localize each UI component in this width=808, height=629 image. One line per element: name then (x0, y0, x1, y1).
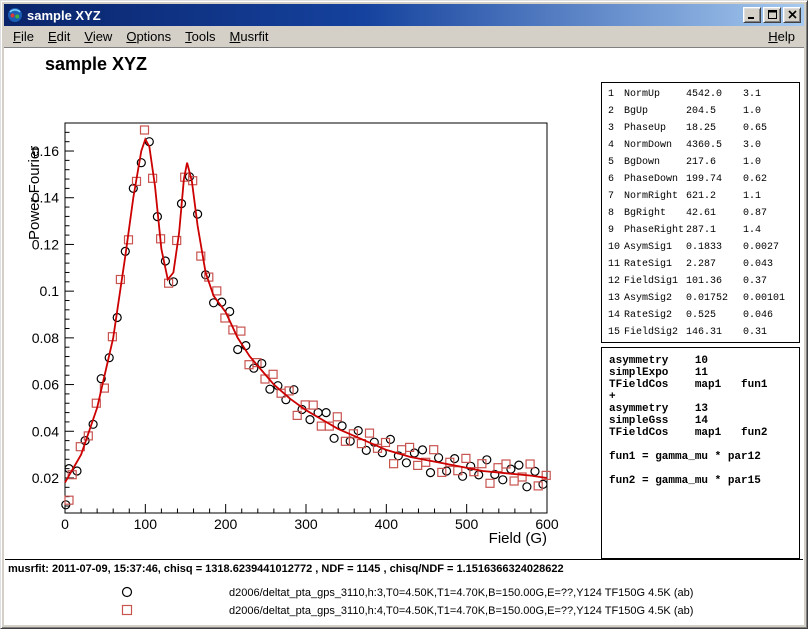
legend-square-marker-icon (120, 603, 134, 622)
theory-line: fun2 = gamma_mu * par15 (609, 475, 799, 487)
svg-text:0.04: 0.04 (32, 423, 59, 439)
window-controls (741, 7, 801, 23)
minimize-icon (748, 6, 757, 24)
stat-row: 2BgUp204.51.0 (608, 103, 799, 120)
fit-status-text: musrfit: 2011-07-09, 15:37:46, chisq = 1… (8, 563, 564, 575)
theory-line (609, 463, 799, 475)
svg-text:200: 200 (214, 516, 238, 532)
legend-circle-marker-icon (120, 585, 134, 604)
svg-text:Field (G): Field (G) (489, 530, 547, 547)
theory-line: simplExpo 11 (609, 367, 799, 379)
svg-text:0: 0 (61, 516, 69, 532)
stat-row: 12FieldSig1101.360.37 (608, 273, 799, 290)
title-bar[interactable]: sample XYZ (4, 4, 804, 26)
plot-title: sample XYZ (45, 54, 147, 75)
menu-item-musrfit[interactable]: Musrfit (223, 27, 276, 46)
theory-line (609, 439, 799, 451)
menu-item-edit[interactable]: Edit (41, 27, 77, 46)
stat-row: 7NormRight621.21.1 (608, 188, 799, 205)
minimize-button[interactable] (743, 7, 761, 23)
plot-svg[interactable]: 01002003004005006000.020.040.060.080.10.… (9, 105, 589, 555)
theory-line: TFieldCos map1 fun2 (609, 427, 799, 439)
svg-text:0.08: 0.08 (32, 330, 59, 346)
bottom-pad-divider (5, 559, 803, 560)
theory-stat-box: asymmetry 10simplExpo 11TFieldCos map1 f… (601, 347, 800, 559)
legend-label: d2006/deltat_pta_gps_3110,h:4,T0=4.50K,T… (229, 605, 693, 617)
menu-item-help[interactable]: Help (761, 27, 802, 46)
root-canvas[interactable]: sample XYZ 01002003004005006000.020.040.… (4, 49, 804, 625)
window-title: sample XYZ (27, 8, 741, 23)
svg-text:500: 500 (455, 516, 479, 532)
menu-item-view[interactable]: View (77, 27, 119, 46)
maximize-icon (768, 6, 777, 24)
stat-row: 4NormDown4360.53.0 (608, 137, 799, 154)
stat-row: 14RateSig20.5250.046 (608, 307, 799, 324)
theory-line: asymmetry 10 (609, 355, 799, 367)
stat-row: 6PhaseDown199.740.62 (608, 171, 799, 188)
app-icon (7, 7, 23, 23)
legend-row: d2006/deltat_pta_gps_3110,h:3,T0=4.50K,T… (4, 585, 804, 601)
plot-frame (65, 123, 547, 513)
parameter-stat-box: 1NormUp4542.03.12BgUp204.51.03PhaseUp18.… (601, 82, 800, 343)
series-squares (65, 126, 550, 504)
menu-item-file[interactable]: File (6, 27, 41, 46)
legend-label: d2006/deltat_pta_gps_3110,h:3,T0=4.50K,T… (229, 587, 693, 599)
application-window: sample XYZ FileEditViewOptionsToolsMusrf… (0, 0, 808, 629)
svg-text:Power Fourier: Power Fourier (26, 146, 43, 240)
fit-line (65, 139, 547, 482)
stat-row: 1NormUp4542.03.1 (608, 86, 799, 103)
stat-row: 8BgRight42.610.87 (608, 205, 799, 222)
menu-item-options[interactable]: Options (119, 27, 178, 46)
maximize-button[interactable] (763, 7, 781, 23)
svg-text:400: 400 (375, 516, 399, 532)
stat-row: 9PhaseRight287.11.4 (608, 222, 799, 239)
stat-row: 10AsymSig10.18330.0027 (608, 239, 799, 256)
theory-line: fun1 = gamma_mu * par12 (609, 451, 799, 463)
svg-text:300: 300 (294, 516, 318, 532)
svg-text:0.02: 0.02 (32, 470, 59, 486)
theory-line: simpleGss 14 (609, 415, 799, 427)
stat-row: 13AsymSig20.017520.00101 (608, 290, 799, 307)
svg-text:0.1: 0.1 (40, 283, 60, 299)
legend-row: d2006/deltat_pta_gps_3110,h:4,T0=4.50K,T… (4, 603, 804, 619)
theory-line: asymmetry 13 (609, 403, 799, 415)
close-button[interactable] (783, 7, 801, 23)
axis-titles: Field (G) Power Fourier (26, 146, 547, 547)
svg-text:0.06: 0.06 (32, 377, 59, 393)
stat-row: 3PhaseUp18.250.65 (608, 120, 799, 137)
stat-row: 15FieldSig2146.310.31 (608, 324, 799, 341)
theory-line: + (609, 391, 799, 403)
menu-bar: FileEditViewOptionsToolsMusrfit Help (4, 26, 804, 48)
close-icon (788, 6, 797, 24)
theory-line: TFieldCos map1 fun1 (609, 379, 799, 391)
svg-text:100: 100 (134, 516, 158, 532)
stat-row: 11RateSig12.2870.043 (608, 256, 799, 273)
menu-item-tools[interactable]: Tools (178, 27, 222, 46)
stat-row: 5BgDown217.61.0 (608, 154, 799, 171)
x-axis: 0100200300400500600 (61, 504, 559, 532)
